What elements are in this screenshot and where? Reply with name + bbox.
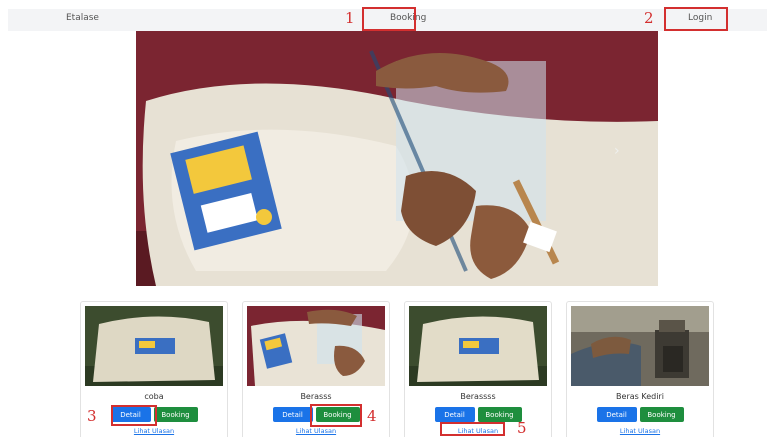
callout-box-review-link bbox=[440, 422, 505, 436]
nav-brand-etalase[interactable]: Etalase bbox=[66, 13, 99, 23]
view-reviews-link[interactable]: Lihat Ulasan bbox=[81, 427, 227, 435]
product-name: Beras Kediri bbox=[616, 392, 664, 401]
booking-button[interactable]: Booking bbox=[153, 407, 198, 422]
callout-number: 1 bbox=[345, 9, 355, 27]
view-reviews-link[interactable]: Lihat Ulasan bbox=[567, 427, 713, 435]
detail-button[interactable]: Detail bbox=[434, 407, 475, 422]
detail-button[interactable]: Detail bbox=[272, 407, 313, 422]
callout-box-booking-button bbox=[310, 404, 362, 427]
callout-box-login bbox=[664, 7, 728, 31]
hero-carousel bbox=[136, 31, 658, 286]
callout-number: 4 bbox=[367, 407, 377, 425]
product-image bbox=[409, 306, 547, 386]
booking-button[interactable]: Booking bbox=[477, 407, 522, 422]
product-actions: Detail Booking bbox=[405, 407, 551, 422]
product-name: Berasss bbox=[300, 392, 332, 401]
callout-box-booking bbox=[362, 7, 416, 31]
product-card: Beras Kediri Detail Booking Lihat Ulasan bbox=[566, 301, 714, 437]
product-card: Berassss Detail Booking Lihat Ulasan bbox=[404, 301, 552, 437]
chevron-right-icon[interactable]: › bbox=[614, 144, 620, 158]
product-image bbox=[571, 306, 709, 386]
callout-number: 5 bbox=[517, 419, 527, 437]
carousel-slide-image bbox=[136, 31, 658, 286]
detail-button[interactable]: Detail bbox=[596, 407, 637, 422]
product-image bbox=[247, 306, 385, 386]
booking-button[interactable]: Booking bbox=[639, 407, 684, 422]
callout-number: 2 bbox=[644, 9, 654, 27]
product-name: Berassss bbox=[460, 392, 496, 401]
product-actions: Detail Booking bbox=[567, 407, 713, 422]
callout-number: 3 bbox=[87, 407, 97, 425]
callout-box-detail bbox=[111, 405, 157, 426]
product-image bbox=[85, 306, 223, 386]
view-reviews-link[interactable]: Lihat Ulasan bbox=[243, 427, 389, 435]
product-name: coba bbox=[144, 392, 164, 401]
